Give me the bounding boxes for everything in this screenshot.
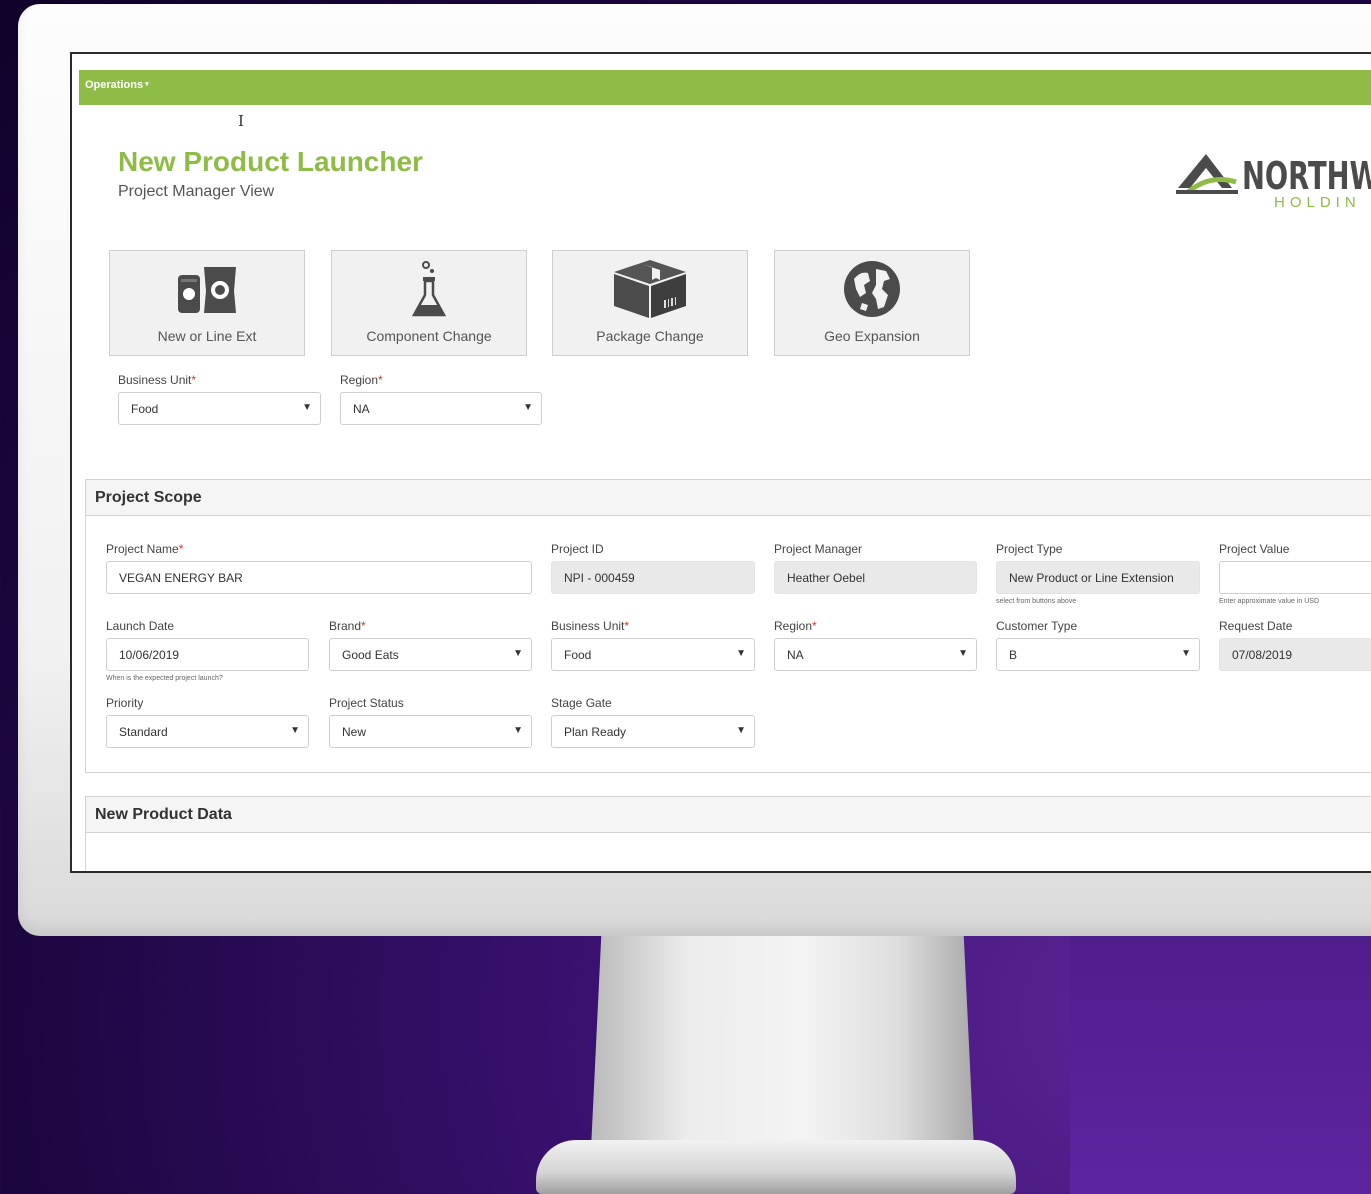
background-panel — [1070, 930, 1371, 1194]
business-unit-select[interactable]: Food ▼ — [551, 638, 755, 671]
tile-label: Geo Expansion — [824, 328, 920, 344]
request-date-field: 07/08/2019 — [1219, 638, 1371, 671]
priority-select[interactable]: Standard ▼ — [106, 715, 309, 748]
tile-new-or-line-ext[interactable]: New or Line Ext — [109, 250, 305, 356]
request-date-label: Request Date — [1219, 619, 1293, 633]
chevron-down-icon: ▼ — [302, 402, 312, 413]
project-scope-panel: Project Scope Project Name* VEGAN ENERGY… — [85, 479, 1371, 773]
app-screen: Operations ▾ I New Product Launcher Proje… — [70, 52, 1371, 873]
chevron-down-icon: ▼ — [1181, 648, 1191, 659]
logo-subtext: HOLDIN — [1274, 194, 1361, 211]
brand-select[interactable]: Good Eats ▼ — [329, 638, 532, 671]
operations-menu[interactable]: Operations ▾ — [85, 79, 149, 91]
logo-wordmark: NORTHW — [1242, 154, 1371, 198]
operations-menu-label: Operations — [85, 79, 144, 91]
stage-gate-label: Stage Gate — [551, 696, 612, 710]
project-value-input[interactable] — [1219, 561, 1371, 594]
project-value-label: Project Value — [1219, 542, 1290, 556]
region-filter-select[interactable]: NA ▼ — [340, 392, 542, 425]
chevron-down-icon: ▼ — [513, 725, 523, 736]
page-title: New Product Launcher — [118, 146, 423, 177]
flask-icon — [411, 261, 447, 317]
chevron-down-icon: ▼ — [523, 402, 533, 413]
stage-gate-select[interactable]: Plan Ready ▼ — [551, 715, 755, 748]
page-subtitle: Project Manager View — [118, 183, 275, 200]
project-type-hint: select from buttons above — [996, 598, 1077, 605]
business-unit-filter-label: Business Unit* — [118, 373, 197, 387]
caret-down-icon: ▾ — [145, 81, 149, 88]
tile-label: Component Change — [366, 328, 492, 344]
project-manager-label: Project Manager — [774, 542, 863, 556]
new-product-data-panel: New Product Data — [85, 796, 1371, 871]
project-name-label: Project Name* — [106, 542, 184, 556]
project-id-field: NPI - 000459 — [551, 561, 755, 594]
project-type-label: Project Type — [996, 542, 1063, 556]
project-status-label: Project Status — [329, 696, 404, 710]
chevron-down-icon: ▼ — [290, 725, 300, 736]
monitor-stand-neck — [590, 930, 975, 1170]
business-unit-label: Business Unit* — [551, 619, 630, 633]
customer-type-select[interactable]: B ▼ — [996, 638, 1200, 671]
project-manager-field: Heather Oebel — [774, 561, 977, 594]
project-type-field: New Product or Line Extension — [996, 561, 1200, 594]
tile-package-change[interactable]: Package Change — [552, 250, 748, 356]
chevron-down-icon: ▼ — [736, 725, 746, 736]
project-status-select[interactable]: New ▼ — [329, 715, 532, 748]
project-name-input[interactable]: VEGAN ENERGY BAR — [106, 561, 532, 594]
tile-component-change[interactable]: Component Change — [331, 250, 527, 356]
logo-mark-icon — [1176, 154, 1238, 194]
region-filter-label: Region* — [340, 373, 383, 387]
tile-label: New or Line Ext — [157, 328, 257, 344]
top-nav-bar: Operations ▾ — [79, 70, 1371, 105]
snacks-icon — [178, 267, 236, 313]
monitor-stand-foot — [536, 1140, 1016, 1194]
chevron-down-icon: ▼ — [958, 648, 968, 659]
chevron-down-icon: ▼ — [736, 648, 746, 659]
launch-date-label: Launch Date — [106, 619, 175, 633]
chevron-down-icon: ▼ — [513, 648, 523, 659]
globe-icon — [844, 261, 900, 317]
launch-date-input[interactable]: 10/06/2019 — [106, 638, 309, 671]
company-logo: NORTHW HOLDIN — [1176, 146, 1371, 216]
text-cursor-icon: I — [238, 112, 244, 130]
tile-label: Package Change — [596, 328, 704, 344]
project-id-label: Project ID — [551, 542, 604, 556]
box-icon — [614, 260, 686, 318]
region-select[interactable]: NA ▼ — [774, 638, 977, 671]
customer-type-label: Customer Type — [996, 619, 1078, 633]
priority-label: Priority — [106, 696, 144, 710]
region-label: Region* — [774, 619, 817, 633]
business-unit-filter-select[interactable]: Food ▼ — [118, 392, 321, 425]
brand-label: Brand* — [329, 619, 366, 633]
project-value-hint: Enter approximate value in USD — [1219, 598, 1319, 605]
tile-geo-expansion[interactable]: Geo Expansion — [774, 250, 970, 356]
project-scope-header: Project Scope — [86, 480, 1371, 516]
new-product-data-header: New Product Data — [86, 797, 1371, 833]
launch-date-hint: When is the expected project launch? — [106, 675, 223, 682]
